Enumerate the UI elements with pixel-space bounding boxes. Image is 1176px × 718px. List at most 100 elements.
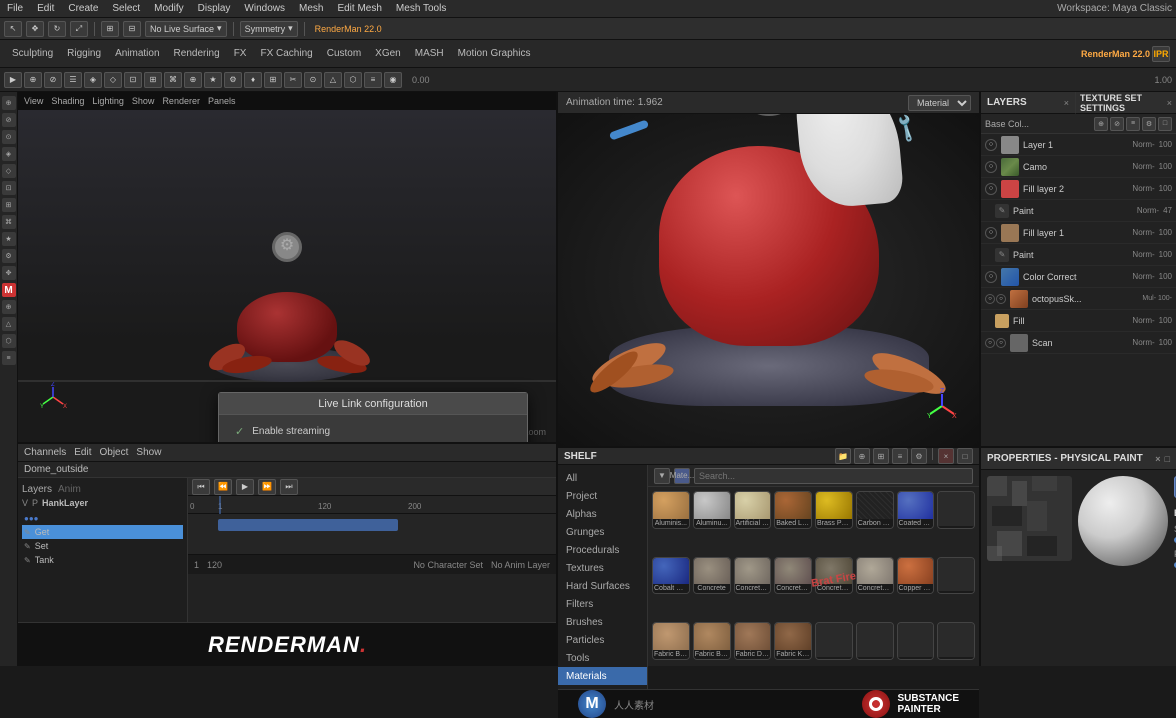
rotate-tool-btn[interactable]: ↻ bbox=[48, 21, 66, 37]
menu-file[interactable]: File bbox=[4, 3, 26, 14]
channel-item-set[interactable]: ✎ Set bbox=[22, 539, 183, 553]
timeline-play-btn[interactable]: ▶ bbox=[236, 479, 254, 495]
material-concrete2[interactable]: Concrete... bbox=[734, 557, 772, 595]
material-concrete3[interactable]: Concrete... bbox=[774, 557, 812, 595]
menu-lighting[interactable]: Lighting bbox=[92, 96, 124, 106]
cat-brushes[interactable]: Brushes bbox=[558, 613, 647, 631]
cat-procedurals[interactable]: Procedurals bbox=[558, 541, 647, 559]
menu-mesh-tools[interactable]: Mesh Tools bbox=[393, 3, 449, 14]
icon18[interactable]: ⬡ bbox=[344, 72, 362, 88]
sidebar-icon-7[interactable]: ⊞ bbox=[2, 198, 16, 212]
tab-mash[interactable]: MASH bbox=[409, 46, 450, 61]
cat-alphas[interactable]: Alphas bbox=[558, 505, 647, 523]
material-cobalt[interactable]: Cobalt Pure bbox=[652, 557, 690, 595]
shelf-list-btn[interactable]: ≡ bbox=[892, 448, 908, 464]
move-tool-btn[interactable]: ✥ bbox=[26, 21, 44, 37]
icon17[interactable]: △ bbox=[324, 72, 342, 88]
sidebar-icon-4[interactable]: ◈ bbox=[2, 147, 16, 161]
menu-select[interactable]: Select bbox=[109, 3, 143, 14]
tab-animation[interactable]: Animation bbox=[109, 46, 165, 61]
icon2[interactable]: ⊕ bbox=[24, 72, 42, 88]
menu-show[interactable]: Show bbox=[132, 96, 155, 106]
colcorrect-eye[interactable]: ○ bbox=[985, 271, 997, 283]
sidebar-icon-9[interactable]: ★ bbox=[2, 232, 16, 246]
material-aluminis[interactable]: Aluminis... bbox=[652, 491, 690, 529]
fill2-eye[interactable]: ○ bbox=[985, 183, 997, 195]
material-brass[interactable]: Brass Pure bbox=[815, 491, 853, 529]
material-concrete1[interactable]: Concrete bbox=[693, 557, 731, 595]
sidebar-icon-10[interactable]: ⚙ bbox=[2, 249, 16, 263]
octopus-eye[interactable]: ○ bbox=[985, 294, 995, 304]
tab-fx-caching[interactable]: FX Caching bbox=[254, 46, 318, 61]
camo-eye[interactable]: ○ bbox=[985, 161, 997, 173]
menu-windows[interactable]: Windows bbox=[241, 3, 288, 14]
material-fabric2[interactable]: Fabric Ba... bbox=[693, 622, 731, 660]
cat-particles[interactable]: Particles bbox=[558, 631, 647, 649]
shelf-grid-btn[interactable]: ⊞ bbox=[873, 448, 889, 464]
menu-display[interactable]: Display bbox=[195, 3, 234, 14]
material-copper[interactable]: Copper P... bbox=[897, 557, 935, 595]
menu-edit[interactable]: Edit bbox=[34, 3, 57, 14]
fill1-eye[interactable]: ○ bbox=[985, 227, 997, 239]
snap-btn[interactable]: ⊞ bbox=[101, 21, 119, 37]
cat-materials[interactable]: Materials bbox=[558, 667, 647, 685]
icon13[interactable]: ♦ bbox=[244, 72, 262, 88]
icon4[interactable]: ☰ bbox=[64, 72, 82, 88]
symmetry-dropdown[interactable]: Symmetry▾ bbox=[240, 21, 298, 37]
layer1-eye[interactable]: ○ bbox=[985, 139, 997, 151]
icon19[interactable]: ≡ bbox=[364, 72, 382, 88]
maya-viewport[interactable]: View Shading Lighting Show Renderer Pane… bbox=[18, 92, 556, 442]
material-concrete5[interactable]: Concrete... bbox=[856, 557, 894, 595]
cat-all[interactable]: All bbox=[558, 469, 647, 487]
material-carbon[interactable]: Carbon Fi... bbox=[856, 491, 894, 529]
shelf-search-input[interactable] bbox=[694, 468, 973, 484]
material-fabric1[interactable]: Fabric Ba... bbox=[652, 622, 690, 660]
menu-panels[interactable]: Panels bbox=[208, 96, 236, 106]
sidebar-icon-11[interactable]: ✥ bbox=[2, 266, 16, 280]
scan-eye[interactable]: ○ bbox=[985, 338, 995, 348]
icon1[interactable]: ▶ bbox=[4, 72, 22, 88]
material-empty3[interactable] bbox=[815, 622, 853, 660]
tab-custom[interactable]: Custom bbox=[321, 46, 367, 61]
menu-view[interactable]: View bbox=[24, 96, 43, 106]
layer-item-fill2[interactable]: ○ Fill layer 2 Norm- 100 bbox=[981, 178, 1176, 200]
channel-item-tank[interactable]: ✎ Tank bbox=[22, 553, 183, 567]
sidebar-icon-14[interactable]: ⬡ bbox=[2, 334, 16, 348]
icon9[interactable]: ⌘ bbox=[164, 72, 182, 88]
menu-mesh[interactable]: Mesh bbox=[296, 3, 326, 14]
sidebar-icon-13[interactable]: △ bbox=[2, 317, 16, 331]
material-baked[interactable]: Baked Lig... bbox=[774, 491, 812, 529]
timeline-end-btn[interactable]: ⏭ bbox=[280, 479, 298, 495]
header-edit[interactable]: Edit bbox=[74, 447, 91, 458]
sidebar-icon-2[interactable]: ⊘ bbox=[2, 113, 16, 127]
tab-rendering[interactable]: Rendering bbox=[168, 46, 226, 61]
layer-item-octopus[interactable]: ○ ○ octopusSk... Mul- 100- bbox=[981, 288, 1176, 310]
base-col-icon4[interactable]: ⚙ bbox=[1142, 117, 1156, 131]
cat-tools[interactable]: Tools bbox=[558, 649, 647, 667]
scale-tool-btn[interactable]: ⤢ bbox=[70, 21, 88, 37]
material-artificial[interactable]: Artificial L... bbox=[734, 491, 772, 529]
layer-item-layer1[interactable]: ○ Layer 1 Norm- 100 bbox=[981, 134, 1176, 156]
icon16[interactable]: ⊙ bbox=[304, 72, 322, 88]
props-expand-btn[interactable]: □ bbox=[1165, 454, 1170, 464]
material-coated[interactable]: Coated M... bbox=[897, 491, 935, 529]
layer-item-paint1[interactable]: ✎ Paint Norm- 47 bbox=[981, 200, 1176, 222]
timeline-prev-btn[interactable]: ⏪ bbox=[214, 479, 232, 495]
icon10[interactable]: ⊕ bbox=[184, 72, 202, 88]
ipr-btn[interactable]: IPR bbox=[1152, 46, 1170, 62]
header-channels[interactable]: Channels bbox=[24, 447, 66, 458]
tab-layers[interactable]: Layers bbox=[22, 484, 52, 495]
icon3[interactable]: ⊘ bbox=[44, 72, 62, 88]
icon5[interactable]: ◈ bbox=[84, 72, 102, 88]
material-empty4[interactable] bbox=[856, 622, 894, 660]
sidebar-icon-15[interactable]: ≡ bbox=[2, 351, 16, 365]
sidebar-icon-3[interactable]: ⊙ bbox=[2, 130, 16, 144]
layers-close-btn[interactable]: × bbox=[1064, 98, 1069, 108]
icon11[interactable]: ★ bbox=[204, 72, 222, 88]
filter-icon[interactable]: ▼ bbox=[654, 468, 670, 484]
layer-item-fill1[interactable]: ○ Fill layer 1 Norm- 100 bbox=[981, 222, 1176, 244]
channel-item-get[interactable]: ✎ Get bbox=[22, 525, 183, 539]
sidebar-icon-m[interactable]: M bbox=[2, 283, 16, 297]
material-empty2[interactable] bbox=[937, 557, 975, 595]
cat-hard-surfaces[interactable]: Hard Surfaces bbox=[558, 577, 647, 595]
